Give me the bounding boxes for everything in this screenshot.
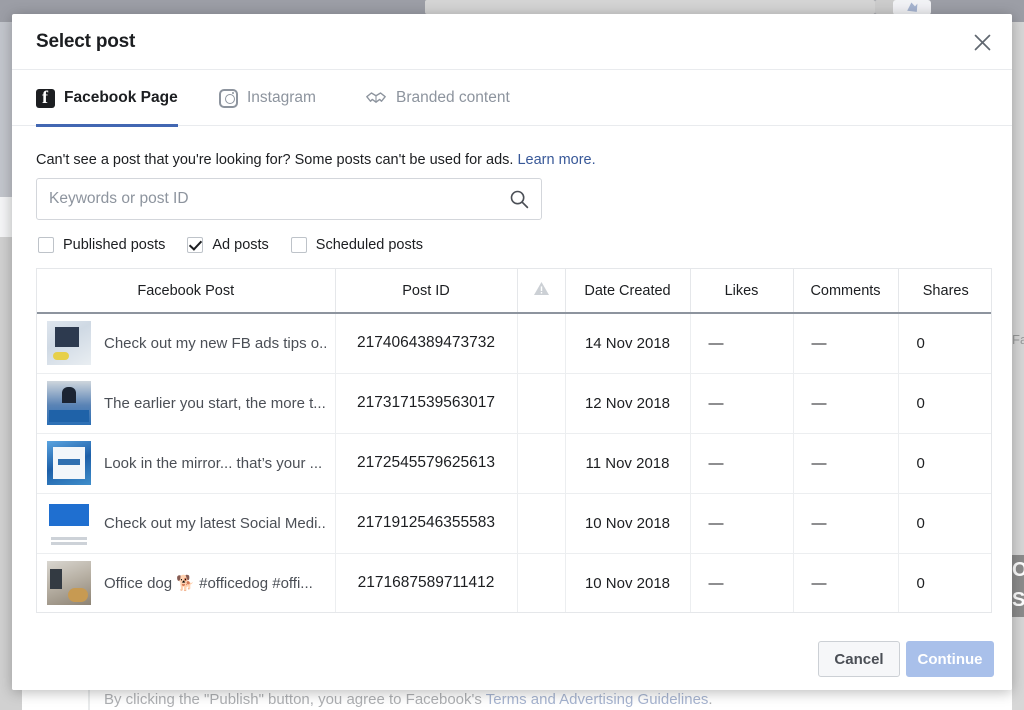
cell-warning — [517, 373, 566, 434]
filter-published-posts-label: Published posts — [63, 237, 166, 253]
warning-triangle-icon — [533, 281, 550, 296]
cell-warning — [517, 433, 566, 494]
cell-post[interactable]: Office dog 🐕 #officedog #offi... — [37, 553, 336, 612]
dialog-header: Select post — [12, 14, 1012, 70]
cell-likes: — — [690, 373, 794, 434]
cell-warning — [517, 493, 566, 554]
cell-post-id: 2174064389473732 — [335, 313, 518, 374]
cell-date: 12 Nov 2018 — [565, 373, 691, 434]
tab-facebook-page-label: Facebook Page — [64, 89, 178, 106]
cell-likes: — — [690, 493, 794, 554]
table-row[interactable]: Check out my new FB ads tips o... 217406… — [37, 313, 991, 374]
table-row[interactable]: The earlier you start, the more t... 217… — [37, 373, 991, 434]
cell-comments: — — [793, 313, 899, 374]
post-thumbnail — [47, 321, 91, 366]
search-box — [36, 178, 542, 220]
posts-table-header: Facebook Post Post ID Date Created Likes… — [37, 269, 991, 314]
select-post-dialog: Select post Facebook Page Instagram — [12, 14, 1012, 690]
cell-comments: — — [793, 553, 899, 612]
post-message: Look in the mirror... that’s your ... — [104, 454, 323, 472]
tab-branded-content-label: Branded content — [396, 89, 510, 106]
continue-button[interactable]: Continue — [906, 641, 994, 677]
column-header-comments[interactable]: Comments — [793, 269, 899, 314]
hint-text: Can't see a post that you're looking for… — [36, 152, 518, 168]
cell-date: 11 Nov 2018 — [565, 433, 691, 494]
tab-instagram[interactable]: Instagram — [219, 70, 316, 126]
column-header-facebook-post[interactable]: Facebook Post — [37, 269, 336, 314]
cell-likes: — — [690, 313, 794, 374]
dialog-footer: Cancel Continue — [12, 626, 1012, 690]
scheduled-posts-checkbox[interactable] — [290, 237, 307, 253]
filter-scheduled-posts-label: Scheduled posts — [315, 237, 424, 253]
published-posts-checkbox[interactable] — [38, 237, 54, 253]
table-header-row: Facebook Post Post ID Date Created Likes… — [37, 269, 991, 314]
cell-post-id: 2173171539563017 — [335, 373, 518, 434]
cell-date: 14 Nov 2018 — [565, 313, 691, 374]
cannot-see-post-hint: Can't see a post that you're looking for… — [36, 152, 596, 168]
learn-more-link[interactable]: Learn more. — [517, 152, 595, 168]
cell-date: 10 Nov 2018 — [565, 493, 691, 554]
column-header-likes[interactable]: Likes — [690, 269, 794, 314]
filter-scheduled-posts[interactable]: Scheduled posts — [290, 237, 424, 253]
post-thumbnail — [47, 381, 91, 425]
column-header-warning[interactable] — [517, 269, 566, 314]
cell-comments: — — [793, 493, 899, 554]
cell-likes: — — [690, 553, 794, 612]
cell-likes: — — [690, 433, 794, 494]
search-input[interactable] — [37, 179, 499, 219]
cell-warning — [517, 313, 566, 374]
filter-ad-posts[interactable]: Ad posts — [187, 237, 269, 253]
cell-post[interactable]: Check out my new FB ads tips o... — [37, 313, 336, 374]
table-row[interactable]: Check out my latest Social Medi... 21719… — [37, 493, 991, 554]
post-thumbnail — [47, 561, 91, 605]
ad-posts-checkbox[interactable] — [187, 237, 204, 253]
filter-published-posts[interactable]: Published posts — [38, 237, 165, 253]
instagram-icon — [219, 88, 238, 108]
post-message: Check out my latest Social Medi... — [104, 514, 326, 532]
page-title: Select post — [36, 31, 136, 52]
filter-ad-posts-label: Ad posts — [212, 237, 269, 253]
posts-table: Facebook Post Post ID Date Created Likes… — [37, 269, 991, 612]
close-icon[interactable] — [968, 28, 996, 56]
post-message: Office dog 🐕 #officedog #offi... — [104, 575, 313, 592]
post-message: The earlier you start, the more t... — [104, 394, 326, 412]
source-tabs: Facebook Page Instagram Branded content — [12, 70, 1012, 127]
column-header-post-id[interactable]: Post ID — [335, 269, 518, 314]
post-thumbnail — [47, 501, 91, 545]
cell-comments: — — [793, 373, 899, 434]
table-row[interactable]: Office dog 🐕 #officedog #offi... 2171687… — [37, 553, 991, 612]
cell-post[interactable]: Look in the mirror... that’s your ... — [37, 433, 336, 494]
tab-facebook-page[interactable]: Facebook Page — [36, 70, 178, 127]
cell-shares: 0 — [898, 433, 991, 494]
tab-branded-content[interactable]: Branded content — [365, 70, 510, 126]
cell-shares: 0 — [898, 553, 991, 612]
posts-table-body: Check out my new FB ads tips o... 217406… — [37, 313, 991, 612]
cell-date: 10 Nov 2018 — [565, 553, 691, 612]
tab-instagram-label: Instagram — [247, 89, 316, 106]
cell-post-id: 2171687589711412 — [335, 553, 518, 612]
cell-shares: 0 — [898, 373, 991, 434]
cell-post-id: 2171912546355583 — [335, 493, 518, 554]
handshake-icon — [365, 89, 387, 108]
cell-comments: — — [793, 433, 899, 494]
cell-post[interactable]: Check out my latest Social Medi... — [37, 493, 336, 554]
cell-shares: 0 — [898, 313, 991, 374]
cancel-button[interactable]: Cancel — [818, 641, 900, 677]
cell-shares: 0 — [898, 493, 991, 554]
post-message: Check out my new FB ads tips o... — [104, 334, 326, 352]
table-row[interactable]: Look in the mirror... that’s your ... 21… — [37, 433, 991, 494]
search-icon[interactable] — [509, 189, 529, 209]
cell-post[interactable]: The earlier you start, the more t... — [37, 373, 336, 434]
dialog-body: Can't see a post that you're looking for… — [12, 126, 1012, 638]
facebook-icon — [36, 87, 55, 108]
cell-post-id: 2172545579625613 — [335, 433, 518, 494]
post-thumbnail — [47, 441, 91, 485]
post-type-filters: Published posts Ad posts Scheduled posts — [38, 237, 423, 253]
column-header-date-created[interactable]: Date Created — [565, 269, 691, 314]
cell-warning — [517, 553, 566, 612]
column-header-shares[interactable]: Shares — [898, 269, 991, 314]
posts-table-container[interactable]: Facebook Post Post ID Date Created Likes… — [36, 268, 992, 613]
